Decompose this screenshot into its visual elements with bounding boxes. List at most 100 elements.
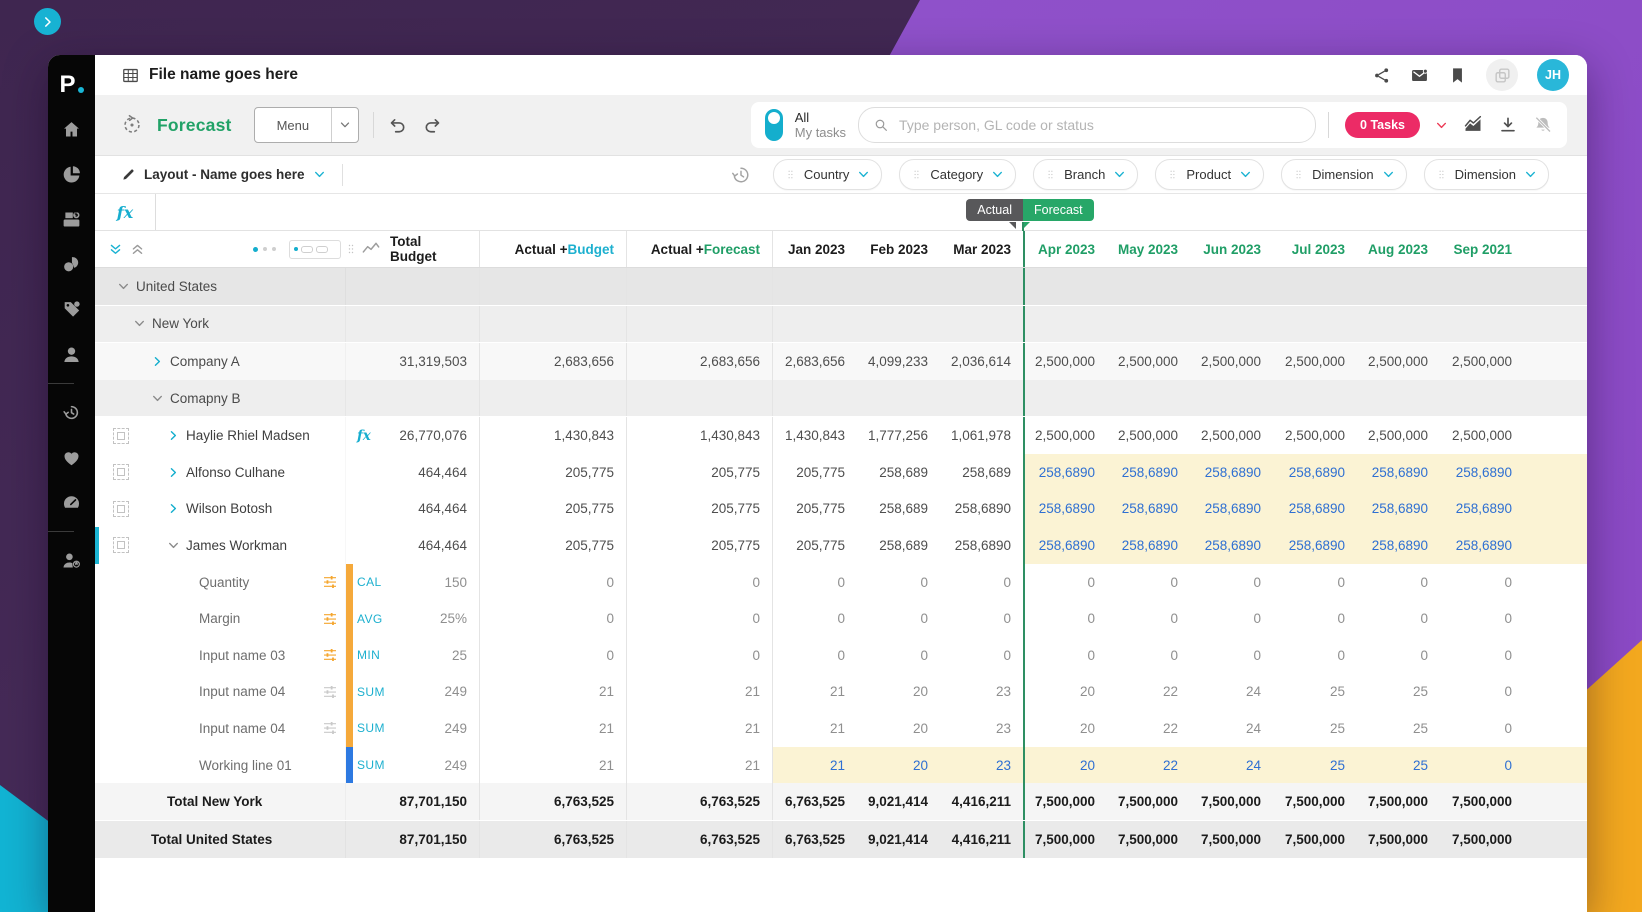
cell-may_2023[interactable]: 0 <box>1107 564 1190 601</box>
cell-jan_2023[interactable]: 205,775 <box>773 527 857 564</box>
cell-jun_2023[interactable]: 0 <box>1190 564 1273 601</box>
cell-jan_2023[interactable] <box>773 380 857 417</box>
cell-jul_2023[interactable] <box>1273 306 1357 343</box>
chevron-down-icon[interactable] <box>1239 168 1252 181</box>
cell-actual_forecast[interactable]: 21 <box>627 674 773 711</box>
cell-jun_2023[interactable] <box>1190 380 1273 417</box>
row-name-cell[interactable]: Input name 04 <box>95 710 345 747</box>
cell-jan_2023[interactable]: 21 <box>773 710 857 747</box>
cell-actual_budget[interactable]: 21 <box>480 674 627 711</box>
row-drag-handle[interactable] <box>113 501 129 517</box>
row-name-cell[interactable]: Input name 03 <box>95 637 345 674</box>
cell-jul_2023[interactable]: 258,6890 <box>1273 527 1357 564</box>
line-settings-sliders-icon[interactable] <box>321 719 339 737</box>
cell-total_budget[interactable] <box>390 268 480 305</box>
cell-mar_2023[interactable]: 23 <box>940 747 1023 784</box>
edit-layout-icon[interactable] <box>121 167 136 182</box>
cell-sep_2021[interactable]: 7,500,000 <box>1440 783 1524 820</box>
cell-apr_2023[interactable]: 2,500,000 <box>1023 417 1107 454</box>
expand-chevron-right-icon[interactable] <box>167 466 180 479</box>
filter-pill-country-0[interactable]: Country <box>773 159 883 190</box>
row-name-cell[interactable]: Haylie Rhiel Madsen <box>95 417 345 454</box>
grid-row-0[interactable]: United States <box>95 268 1587 306</box>
collapse-all-icon[interactable] <box>108 242 123 257</box>
cell-jun_2023[interactable]: 0 <box>1190 600 1273 637</box>
cell-actual_forecast[interactable]: 6,763,525 <box>627 821 773 858</box>
cell-actual_forecast[interactable]: 2,683,656 <box>627 343 773 380</box>
menu-dropdown-arrow[interactable] <box>331 108 358 142</box>
grid-row-11[interactable]: Input name 04SUM249212121202320222425250 <box>95 674 1587 711</box>
chevron-down-icon[interactable] <box>1524 168 1537 181</box>
chevron-down-icon[interactable] <box>1113 168 1126 181</box>
row-name-cell[interactable]: Total New York <box>95 783 345 820</box>
column-header-feb_2023[interactable]: Feb 2023 <box>857 231 940 267</box>
cell-total_budget[interactable] <box>390 306 480 343</box>
cell-may_2023[interactable] <box>1107 268 1190 305</box>
cell-sep_2021[interactable]: 258,6890 <box>1440 454 1524 491</box>
cell-sep_2021[interactable]: 2,500,000 <box>1440 417 1524 454</box>
collapse-chevron-down-icon[interactable] <box>167 539 180 552</box>
sparkline-icon[interactable] <box>361 239 381 259</box>
cell-aug_2023[interactable]: 0 <box>1357 564 1440 601</box>
cell-jan_2023[interactable] <box>773 268 857 305</box>
row-name-cell[interactable]: Margin <box>95 600 345 637</box>
cell-aug_2023[interactable]: 25 <box>1357 710 1440 747</box>
cell-feb_2023[interactable]: 9,021,414 <box>857 821 940 858</box>
cell-actual_forecast[interactable]: 0 <box>627 564 773 601</box>
cell-may_2023[interactable]: 2,500,000 <box>1107 417 1190 454</box>
cell-mar_2023[interactable] <box>940 268 1023 305</box>
cell-jan_2023[interactable]: 1,430,843 <box>773 417 857 454</box>
grid-row-6[interactable]: Wilson Botosh464,464205,775205,775205,77… <box>95 491 1587 528</box>
cell-aug_2023[interactable]: 7,500,000 <box>1357 821 1440 858</box>
cell-jul_2023[interactable]: 25 <box>1273 710 1357 747</box>
cell-jan_2023[interactable]: 21 <box>773 674 857 711</box>
cell-total_budget[interactable]: 249 <box>390 747 480 784</box>
cell-actual_forecast[interactable] <box>627 380 773 417</box>
cell-aug_2023[interactable]: 0 <box>1357 600 1440 637</box>
collapse-chevron-down-icon[interactable] <box>151 392 164 405</box>
bookmark-icon[interactable] <box>1448 66 1467 85</box>
cell-actual_forecast[interactable]: 21 <box>627 710 773 747</box>
cell-aug_2023[interactable]: 25 <box>1357 674 1440 711</box>
cell-mar_2023[interactable]: 0 <box>940 564 1023 601</box>
cell-jun_2023[interactable]: 2,500,000 <box>1190 343 1273 380</box>
cell-actual_forecast[interactable]: 1,430,843 <box>627 417 773 454</box>
filter-pill-category-1[interactable]: Category <box>899 159 1016 190</box>
cell-jul_2023[interactable] <box>1273 380 1357 417</box>
sidebar-item-pricing-tag-icon[interactable] <box>48 287 95 332</box>
cell-actual_forecast[interactable]: 0 <box>627 600 773 637</box>
column-header-actual_budget[interactable]: Actual + Budget <box>480 231 627 267</box>
cell-may_2023[interactable] <box>1107 380 1190 417</box>
grid-row-12[interactable]: Input name 04SUM249212121202320222425250 <box>95 710 1587 747</box>
cell-mar_2023[interactable] <box>940 306 1023 343</box>
column-header-sep_2021[interactable]: Sep 2021 <box>1440 231 1524 267</box>
sidebar-item-billing-icon[interactable] <box>48 197 95 242</box>
cell-feb_2023[interactable]: 0 <box>857 564 940 601</box>
pill-drag-dots-icon[interactable] <box>1167 169 1178 180</box>
grid-row-14[interactable]: Total New York87,701,1506,763,5256,763,5… <box>95 783 1587 821</box>
cell-actual_budget[interactable]: 205,775 <box>480 454 627 491</box>
cell-jan_2023[interactable]: 21 <box>773 747 857 784</box>
reports-chart-icon[interactable] <box>1463 115 1483 135</box>
cell-total_budget[interactable]: 249 <box>390 674 480 711</box>
collapse-chevron-down-icon[interactable] <box>133 317 146 330</box>
mail-icon[interactable] <box>1410 66 1429 85</box>
cell-apr_2023[interactable]: 258,6890 <box>1023 491 1107 528</box>
cell-apr_2023[interactable]: 20 <box>1023 710 1107 747</box>
cell-mar_2023[interactable]: 2,036,614 <box>940 343 1023 380</box>
cell-feb_2023[interactable]: 258,689 <box>857 454 940 491</box>
cell-jun_2023[interactable]: 258,6890 <box>1190 527 1273 564</box>
cell-actual_budget[interactable] <box>480 268 627 305</box>
formula-input[interactable] <box>156 194 1587 230</box>
cell-feb_2023[interactable]: 258,689 <box>857 491 940 528</box>
row-name-cell[interactable]: New York <box>95 306 345 343</box>
cell-mar_2023[interactable]: 23 <box>940 710 1023 747</box>
cell-jan_2023[interactable]: 6,763,525 <box>773 821 857 858</box>
forecast-period-badge[interactable]: Forecast <box>1023 199 1094 221</box>
row-name-cell[interactable]: Comapny B <box>95 380 345 417</box>
cell-may_2023[interactable]: 258,6890 <box>1107 527 1190 564</box>
cell-apr_2023[interactable] <box>1023 380 1107 417</box>
cell-feb_2023[interactable]: 20 <box>857 710 940 747</box>
line-settings-sliders-icon[interactable] <box>321 610 339 628</box>
cell-apr_2023[interactable]: 258,6890 <box>1023 527 1107 564</box>
